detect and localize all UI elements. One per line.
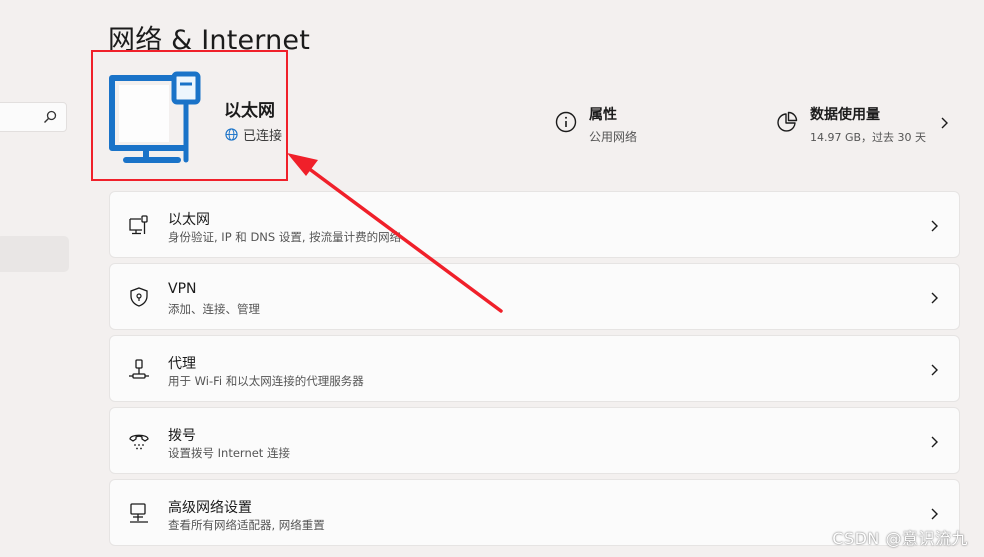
info-icon: [555, 111, 577, 133]
search-icon: [44, 110, 57, 123]
sidebar-search-box[interactable]: [0, 102, 67, 132]
chevron-right-icon: [931, 364, 938, 376]
data-usage-title: 数据使用量: [810, 107, 880, 123]
vpn-shield-icon: [130, 287, 148, 307]
card-subtitle: 用于 Wi-Fi 和以太网连接的代理服务器: [168, 374, 364, 388]
chevron-right-icon: [931, 220, 938, 232]
vpn-card[interactable]: VPN 添加、连接、管理: [109, 263, 960, 330]
ethernet-icon: [129, 215, 148, 235]
proxy-card[interactable]: 代理 用于 Wi-Fi 和以太网连接的代理服务器: [109, 335, 960, 402]
properties-title: 属性: [589, 107, 617, 123]
dialup-card[interactable]: 拨号 设置拨号 Internet 连接: [109, 407, 960, 474]
card-subtitle: 身份验证, IP 和 DNS 设置, 按流量计费的网络: [168, 230, 402, 244]
chevron-right-icon: [931, 436, 938, 448]
card-title: 高级网络设置: [168, 500, 252, 516]
watermark: CSDN @意识流九: [832, 529, 968, 548]
annotation-highlight-box: [91, 50, 288, 181]
chevron-right-icon: [931, 508, 938, 520]
chevron-right-icon[interactable]: [938, 116, 950, 130]
properties-link[interactable]: 属性 公用网络: [555, 104, 637, 145]
proxy-icon: [129, 359, 149, 379]
chevron-right-icon: [931, 292, 938, 304]
properties-subtitle: 公用网络: [589, 130, 638, 144]
ethernet-settings-card[interactable]: 以太网 身份验证, IP 和 DNS 设置, 按流量计费的网络: [109, 191, 960, 258]
pie-chart-icon: [777, 111, 798, 132]
card-subtitle: 设置拨号 Internet 连接: [168, 446, 290, 460]
data-usage-subtitle: 14.97 GB，过去 30 天: [810, 131, 927, 144]
data-usage-link[interactable]: 数据使用量 14.97 GB，过去 30 天: [776, 104, 926, 145]
card-title: 拨号: [168, 428, 196, 444]
card-subtitle: 添加、连接、管理: [168, 302, 260, 316]
card-title: 代理: [168, 356, 196, 372]
card-title: 以太网: [168, 212, 210, 228]
advanced-network-icon: [130, 503, 148, 523]
dialup-icon: [129, 434, 149, 450]
card-subtitle: 查看所有网络适配器, 网络重置: [168, 518, 325, 532]
sidebar-selected-item[interactable]: [0, 236, 69, 272]
card-title: VPN: [168, 281, 197, 297]
